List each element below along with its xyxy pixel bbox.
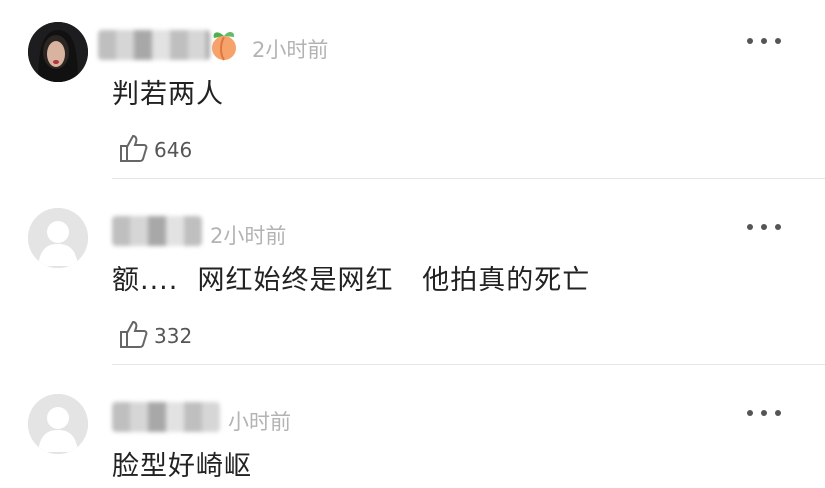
username-blurred[interactable]: [112, 216, 202, 246]
divider: [112, 364, 825, 365]
comment-text: 脸型好崎岖: [112, 451, 252, 482]
thumbs-up-icon: [118, 318, 150, 354]
comment-text: 额.... 网红始终是网红 他拍真的死亡: [112, 265, 591, 296]
comment-item: 2小时前 判若两人 646: [0, 22, 825, 182]
like-count: 332: [154, 324, 193, 348]
comment-time: 2小时前: [210, 224, 287, 248]
comment-text: 判若两人: [112, 79, 224, 110]
divider: [112, 178, 825, 179]
peach-icon: [208, 28, 240, 66]
comment-item: 2小时前 额.... 网红始终是网红 他拍真的死亡 332: [0, 208, 825, 368]
avatar[interactable]: [28, 394, 88, 454]
username-blurred[interactable]: [112, 402, 220, 432]
comment-item: 小时前 脸型好崎岖: [0, 394, 825, 488]
more-options-icon[interactable]: [747, 222, 781, 232]
avatar[interactable]: [28, 22, 88, 82]
username-blurred[interactable]: [98, 30, 210, 60]
like-button[interactable]: 646: [118, 132, 192, 168]
comment-time: 小时前: [228, 410, 291, 434]
like-count: 646: [154, 138, 193, 162]
more-options-icon[interactable]: [747, 408, 781, 418]
more-options-icon[interactable]: [747, 36, 781, 46]
like-button[interactable]: 332: [118, 318, 192, 354]
comment-time: 2小时前: [252, 38, 329, 62]
thumbs-up-icon: [118, 132, 150, 168]
avatar[interactable]: [28, 208, 88, 268]
